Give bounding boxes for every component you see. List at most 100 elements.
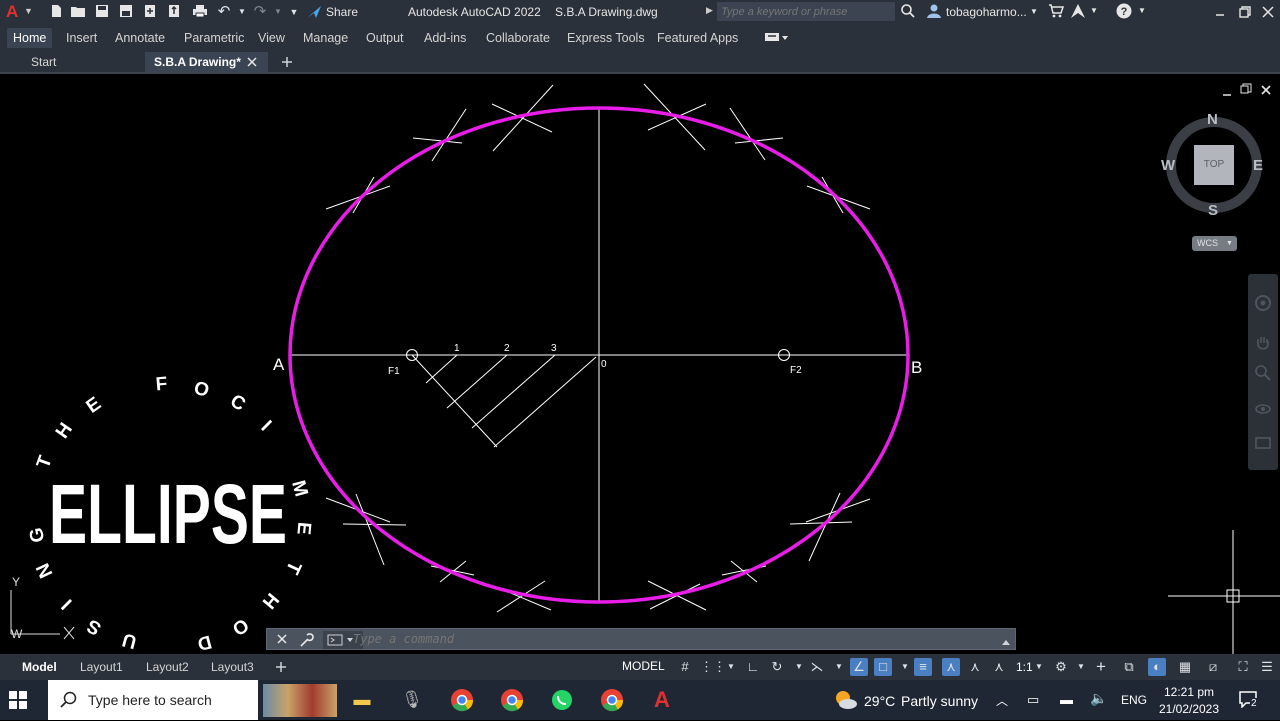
volume-icon[interactable]: 🔈 — [1090, 690, 1107, 707]
command-history-toggle[interactable] — [1001, 634, 1011, 645]
open-web-icon[interactable] — [142, 4, 158, 20]
ribbon-tab-annotate[interactable]: Annotate — [109, 28, 171, 48]
ribbon-tab-insert[interactable]: Insert — [60, 28, 103, 48]
autocad-taskbar-icon[interactable]: A — [648, 686, 676, 714]
chevron-down-icon[interactable]: ▼ — [790, 658, 808, 676]
display-icon[interactable]: ▭ — [1027, 692, 1039, 708]
model-space-button[interactable]: MODEL — [622, 659, 665, 673]
fullscreen-icon[interactable]: ⛶ — [1234, 658, 1252, 676]
save-icon[interactable] — [94, 4, 110, 20]
chevron-down-icon[interactable]: ▼ — [722, 658, 740, 676]
autocad-app-menu-button[interactable]: A ▼ — [4, 2, 33, 22]
taskbar-news-thumbnail[interactable] — [263, 684, 337, 717]
showmotion-icon[interactable] — [1254, 434, 1272, 452]
restore-window-button[interactable] — [1237, 4, 1253, 20]
steering-wheel-icon[interactable] — [1254, 294, 1272, 312]
isometric-drafting-icon[interactable]: ⋋ — [808, 658, 826, 676]
undo-icon[interactable]: ↶ — [216, 4, 232, 20]
help-icon[interactable]: ? ▼ — [1116, 3, 1146, 19]
language-indicator[interactable]: ENG — [1121, 693, 1147, 707]
ribbon-tab-parametric[interactable]: Parametric — [178, 28, 250, 48]
add-layout-button[interactable] — [274, 660, 288, 674]
zoom-extents-icon[interactable] — [1254, 364, 1272, 382]
undo-dropdown-icon[interactable]: ▼ — [234, 4, 250, 20]
taskbar-search-box[interactable]: Type here to search — [48, 680, 258, 720]
ribbon-tab-manage[interactable]: Manage — [297, 28, 354, 48]
chevron-down-icon[interactable]: ▼ — [896, 658, 914, 676]
chevron-down-icon[interactable]: ▼ — [830, 658, 848, 676]
add-icon[interactable]: + — [1092, 658, 1110, 676]
battery-icon[interactable]: ▬ — [1060, 692, 1073, 707]
file-tab-start[interactable]: Start — [0, 52, 145, 72]
customization-menu-icon[interactable]: ☰ — [1258, 658, 1276, 676]
whatsapp-icon[interactable] — [548, 686, 576, 714]
close-tab-icon[interactable] — [246, 56, 258, 68]
ribbon-minimize-toggle[interactable] — [764, 31, 790, 45]
save-as-icon[interactable] — [118, 4, 134, 20]
pan-hand-icon[interactable] — [1254, 334, 1272, 352]
units-icon[interactable]: ⧉ — [1120, 658, 1138, 676]
open-folder-icon[interactable] — [70, 4, 86, 20]
close-command-line-icon[interactable] — [275, 632, 289, 646]
chevron-down-icon[interactable]: ▼ — [1072, 658, 1090, 676]
new-file-icon[interactable] — [48, 4, 64, 20]
annotation-scale-icon[interactable]: ⋏ — [990, 658, 1008, 676]
user-account-button[interactable]: tobagoharmo... ▼ — [924, 2, 1042, 22]
viewcube-top-face[interactable]: TOP — [1194, 145, 1234, 185]
windows-start-button[interactable] — [8, 690, 28, 710]
annotation-visibility-icon[interactable]: ⋏ — [942, 658, 960, 676]
viewcube-south[interactable]: S — [1208, 202, 1218, 219]
layout-tab-layout2[interactable]: Layout2 — [140, 658, 195, 676]
chevron-down-icon[interactable]: ▼ — [1030, 658, 1048, 676]
chevron-up-icon[interactable]: ︿ — [996, 692, 1008, 709]
ribbon-tab-collaborate[interactable]: Collaborate — [480, 28, 556, 48]
lineweight-icon[interactable]: ≡ — [914, 658, 932, 676]
weather-widget[interactable]: 29°C Partly sunny — [832, 688, 982, 712]
grid-icon[interactable]: # — [676, 658, 694, 676]
search-expand-icon[interactable]: ▶ — [706, 5, 713, 16]
cart-icon[interactable] — [1048, 3, 1065, 19]
graphics-performance-icon[interactable]: ▦ — [1176, 658, 1194, 676]
object-snap-tracking-icon[interactable]: ∠ — [850, 658, 868, 676]
gear-icon[interactable]: ⚙ — [1052, 658, 1070, 676]
chrome-icon[interactable] — [448, 686, 476, 714]
ribbon-tab-view[interactable]: View — [252, 28, 291, 48]
redo-icon[interactable]: ↷ — [252, 4, 268, 20]
notification-center-button[interactable]: 2 — [1238, 690, 1262, 712]
layout-tab-layout3[interactable]: Layout3 — [205, 658, 260, 676]
command-input[interactable] — [353, 630, 993, 648]
dynamic-input-icon[interactable]: ↻ — [768, 658, 786, 676]
save-web-icon[interactable] — [166, 4, 182, 20]
viewcube-east[interactable]: E — [1253, 157, 1263, 174]
chrome-profile-icon[interactable] — [498, 686, 526, 714]
viewcube-north[interactable]: N — [1207, 111, 1218, 128]
chrome-icon[interactable] — [598, 686, 626, 714]
help-search-input[interactable] — [717, 2, 895, 21]
clock[interactable]: 12:21 pm 21/02/2023 — [1156, 683, 1222, 717]
file-explorer-icon[interactable]: ▬ — [348, 686, 376, 714]
drawing-canvas[interactable]: A B F1 F2 0 1 2 3 ELLIPSE G T H E F O C … — [0, 74, 1280, 654]
file-tab-active-drawing[interactable]: S.B.A Drawing* — [145, 52, 268, 72]
snap-mode-icon[interactable]: ⋮⋮ — [700, 658, 726, 676]
layout-tab-layout1[interactable]: Layout1 — [74, 658, 129, 676]
customize-toolbar-icon[interactable]: ▼ — [286, 4, 302, 20]
search-icon[interactable] — [900, 3, 916, 19]
viewcube[interactable]: N S E W TOP — [1161, 111, 1267, 219]
object-snap-icon[interactable]: □ — [874, 658, 892, 676]
infer-constraints-icon[interactable]: ∟ — [744, 658, 762, 676]
orbit-icon[interactable] — [1254, 400, 1272, 418]
clean-screen-icon[interactable]: ⧄ — [1204, 658, 1222, 676]
new-tab-button[interactable] — [280, 55, 294, 69]
ribbon-tab-add-ins[interactable]: Add-ins — [418, 28, 472, 48]
autodesk-app-icon[interactable]: ▼ — [1070, 3, 1098, 19]
ribbon-tab-express-tools[interactable]: Express Tools — [561, 28, 651, 48]
quick-properties-icon[interactable]: ◐ — [1148, 658, 1166, 676]
ribbon-tab-featured-apps[interactable]: Featured Apps — [651, 28, 744, 48]
share-button[interactable]: Share — [306, 3, 366, 21]
print-icon[interactable] — [192, 4, 208, 20]
layout-tab-model[interactable]: Model — [16, 658, 63, 676]
microphone-app-icon[interactable]: 🎙 — [398, 686, 426, 714]
auto-scale-icon[interactable]: ⋏ — [966, 658, 984, 676]
close-window-button[interactable] — [1260, 4, 1276, 20]
customize-command-icon[interactable] — [299, 632, 315, 648]
